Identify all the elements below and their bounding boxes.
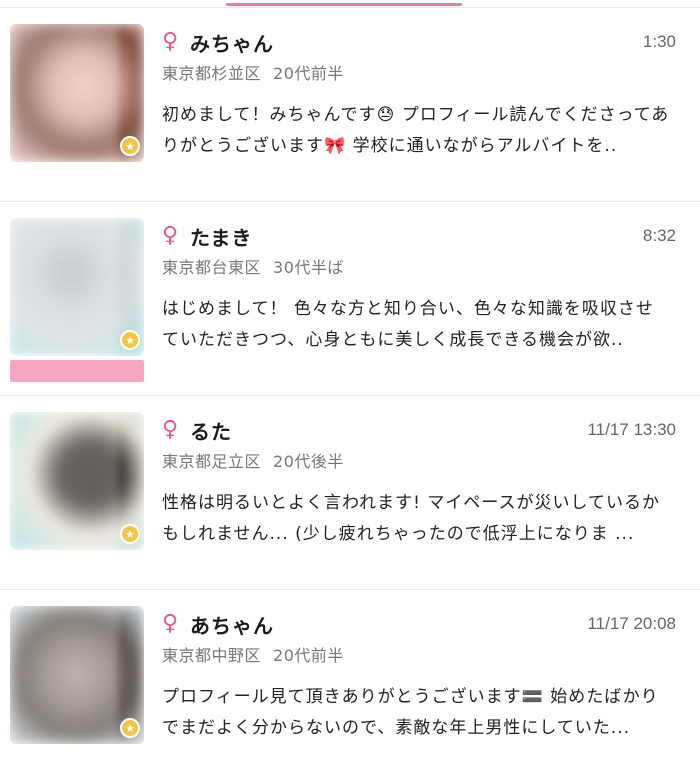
status-tag [10, 360, 144, 382]
star-badge-icon: ★ [120, 718, 140, 738]
star-badge-icon: ★ [120, 524, 140, 544]
message-preview: はじめまして！ 色々な方と知り合い、色々な知識を吸収させていただきつつ、心身とも… [162, 299, 654, 350]
avatar[interactable]: ★ [10, 412, 144, 550]
avatar[interactable]: ★ [10, 606, 144, 744]
user-meta: 東京都中野区 20代前半 [162, 642, 676, 666]
user-name: あちゃん [190, 613, 274, 638]
user-age: 20代前半 [273, 64, 344, 83]
user-name: みちゃん [190, 31, 274, 56]
female-icon: ♀ [162, 611, 179, 636]
message-preview: プロフィール見て頂きありがとうございます🟰 始めたばかりでまだよく分からないので… [162, 687, 659, 738]
list-item[interactable]: ★ ♀ あちゃん 11/17 20:08 東京都中野区 20代前半 プロフィール見… [0, 590, 700, 779]
user-name: るた [190, 419, 232, 444]
user-meta: 東京都台東区 30代半ば [162, 254, 676, 278]
female-icon: ♀ [162, 223, 179, 248]
user-meta: 東京都足立区 20代後半 [162, 448, 676, 472]
list-item[interactable]: ★ ♀ るた 11/17 13:30 東京都足立区 20代後半 性格は明るいとよく… [0, 396, 700, 590]
avatar[interactable]: ★ [10, 24, 144, 162]
message-time: 11/17 20:08 [587, 614, 676, 633]
tab-indicator [0, 0, 700, 8]
message-time: 8:32 [642, 226, 676, 245]
user-location: 東京都杉並区 [162, 64, 262, 83]
user-location: 東京都足立区 [162, 452, 262, 471]
star-badge-icon: ★ [120, 330, 140, 350]
message-preview: 初めまして！みちゃんです😓 プロフィール読んでくださってありがとうございます🎀 … [162, 105, 670, 156]
avatar[interactable]: ★ [10, 218, 144, 356]
user-age: 30代半ば [273, 258, 344, 277]
user-location: 東京都台東区 [162, 258, 262, 277]
star-badge-icon: ★ [120, 136, 140, 156]
user-meta: 東京都杉並区 20代前半 [162, 60, 676, 84]
active-tab-underline [226, 3, 462, 6]
user-list: ★ ♀ みちゃん 1:30 東京都杉並区 20代前半 初めまして！みちゃんです😓 … [0, 8, 700, 779]
message-preview: 性格は明るいとよく言われます! マイペースが災いしているかもしれません... (… [162, 493, 661, 544]
user-age: 20代後半 [273, 452, 344, 471]
message-time: 11/17 13:30 [587, 420, 676, 439]
user-age: 20代前半 [273, 646, 344, 665]
female-icon: ♀ [162, 417, 179, 442]
user-location: 東京都中野区 [162, 646, 262, 665]
list-item[interactable]: ★ ♀ たまき 8:32 東京都台東区 30代半ば はじめまして！ 色々な方と知り… [0, 202, 700, 396]
user-name: たまき [190, 225, 253, 250]
message-time: 1:30 [642, 32, 676, 51]
list-item[interactable]: ★ ♀ みちゃん 1:30 東京都杉並区 20代前半 初めまして！みちゃんです😓 … [0, 8, 700, 202]
female-icon: ♀ [162, 29, 179, 54]
